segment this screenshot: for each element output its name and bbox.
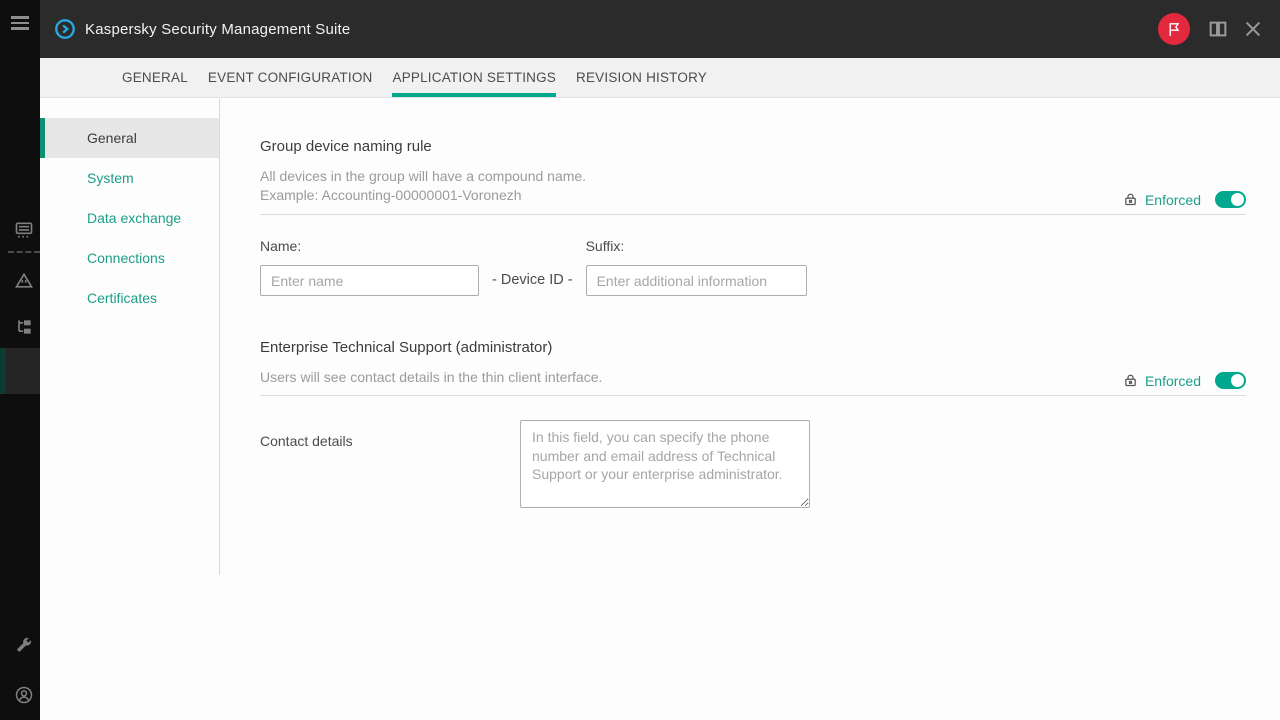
- section-title: Group device naming rule: [260, 138, 1246, 155]
- sidebar-item-data-exchange[interactable]: Data exchange: [40, 198, 219, 238]
- alerts-warning-icon[interactable]: [14, 271, 34, 291]
- enforced-control: Enforced: [1123, 372, 1246, 395]
- kaspersky-logo-icon: [54, 18, 76, 40]
- enforced-toggle[interactable]: [1215, 191, 1246, 208]
- section-title: Enterprise Technical Support (administra…: [260, 339, 1246, 356]
- settings-panel: Group device naming rule All devices in …: [260, 98, 1246, 508]
- device-hierarchy-icon[interactable]: [14, 317, 34, 337]
- help-book-button[interactable]: [1207, 18, 1229, 40]
- name-label: Name:: [260, 238, 479, 254]
- device-id-separator: - Device ID -: [492, 265, 573, 296]
- user-account-icon[interactable]: [14, 685, 34, 705]
- sidebar-item-system[interactable]: System: [40, 158, 219, 198]
- tab-event-configuration[interactable]: EVENT CONFIGURATION: [208, 58, 373, 97]
- settings-sidebar: General System Data exchange Connections…: [40, 99, 220, 575]
- tab-general[interactable]: GENERAL: [122, 58, 188, 97]
- suffix-input[interactable]: [586, 265, 807, 296]
- suffix-field-group: Suffix:: [586, 238, 807, 296]
- contact-details-textarea[interactable]: [520, 420, 810, 508]
- monitoring-icon[interactable]: [14, 220, 34, 240]
- sidebar-item-connections[interactable]: Connections: [40, 238, 219, 278]
- section-example: Example: Accounting-00000001-Voronezh: [260, 186, 586, 205]
- tab-application-settings[interactable]: APPLICATION SETTINGS: [392, 58, 556, 97]
- tab-bar: GENERAL EVENT CONFIGURATION APPLICATION …: [40, 58, 1280, 98]
- name-input[interactable]: [260, 265, 479, 296]
- lock-icon: [1123, 192, 1138, 207]
- close-icon[interactable]: [1242, 18, 1264, 40]
- settings-wrench-icon[interactable]: [14, 635, 34, 655]
- section-description: Users will see contact details in the th…: [260, 368, 602, 387]
- section-group-device-naming-rule: Group device naming rule All devices in …: [260, 138, 1246, 296]
- app-header: Kaspersky Security Management Suite: [40, 0, 1280, 58]
- enforced-label: Enforced: [1145, 192, 1201, 208]
- enforced-toggle[interactable]: [1215, 372, 1246, 389]
- flag-icon: [1166, 21, 1183, 38]
- notifications-flag-button[interactable]: [1158, 13, 1190, 45]
- rail-separator: [8, 251, 40, 253]
- name-field-group: Name:: [260, 238, 479, 296]
- lock-icon: [1123, 373, 1138, 388]
- contact-details-label: Contact details: [260, 420, 520, 508]
- rail-active-item[interactable]: [0, 348, 40, 394]
- collapsed-nav-rail: [0, 0, 40, 720]
- enforced-label: Enforced: [1145, 373, 1201, 389]
- tab-revision-history[interactable]: REVISION HISTORY: [576, 58, 707, 97]
- app-title: Kaspersky Security Management Suite: [85, 21, 350, 38]
- sidebar-item-general[interactable]: General: [40, 118, 219, 158]
- hamburger-menu-icon[interactable]: [11, 16, 29, 31]
- section-enterprise-technical-support: Enterprise Technical Support (administra…: [260, 339, 1246, 508]
- suffix-label: Suffix:: [586, 238, 807, 254]
- section-description: All devices in the group will have a com…: [260, 167, 586, 186]
- sidebar-item-certificates[interactable]: Certificates: [40, 278, 219, 318]
- enforced-control: Enforced: [1123, 191, 1246, 214]
